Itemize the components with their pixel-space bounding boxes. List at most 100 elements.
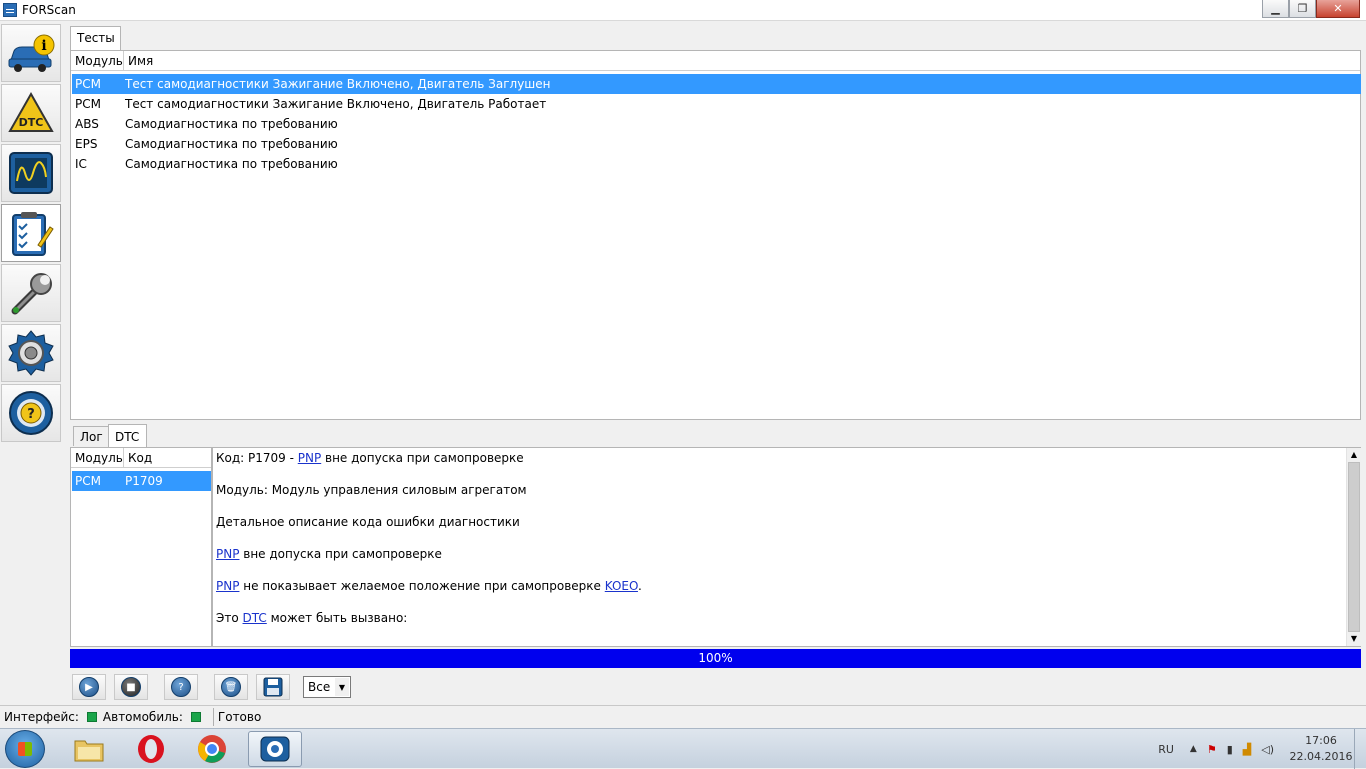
save-button[interactable] bbox=[256, 674, 290, 700]
stop-icon: ■ bbox=[121, 677, 141, 697]
table-row[interactable]: PCM P1709 bbox=[72, 471, 211, 491]
cell-name: Самодиагностика по требованию bbox=[125, 157, 338, 171]
tab-tests[interactable]: Тесты bbox=[70, 26, 121, 50]
table-row[interactable]: EPS Самодиагностика по требованию bbox=[72, 134, 1361, 154]
cell-module: ABS bbox=[75, 117, 99, 131]
sidebar-oscilloscope-button[interactable] bbox=[1, 144, 61, 202]
wrench-icon bbox=[11, 273, 52, 315]
tests-table-header: Модуль Имя bbox=[71, 51, 1360, 71]
dtc-table: Модуль Код PCM P1709 bbox=[70, 447, 212, 647]
action-center-flag-icon[interactable]: ⚑ bbox=[1207, 743, 1217, 756]
chrome-icon bbox=[198, 735, 226, 763]
status-bar: Интерфейс: Автомобиль: Готово bbox=[0, 705, 1366, 727]
sidebar-vehicle-info-button[interactable]: i bbox=[1, 24, 61, 82]
detail-line-5: PNP не показывает желаемое положение при… bbox=[216, 579, 642, 593]
column-header-module[interactable]: Модуль bbox=[71, 51, 124, 71]
sidebar-dtc-button[interactable]: DTC bbox=[1, 84, 61, 142]
interface-label: Интерфейс: bbox=[4, 709, 79, 724]
oscilloscope-icon bbox=[9, 152, 53, 194]
pnp-link[interactable]: PNP bbox=[216, 579, 239, 593]
show-desktop-button[interactable] bbox=[1354, 729, 1366, 769]
vehicle-status-icon bbox=[190, 711, 201, 722]
detail-text: . bbox=[637, 579, 642, 593]
taskbar-opera[interactable] bbox=[124, 731, 178, 767]
battery-icon[interactable]: ▮ bbox=[1227, 743, 1233, 756]
cell-module: EPS bbox=[75, 137, 98, 151]
clear-button[interactable]: 🗑 bbox=[214, 674, 248, 700]
detail-module-line: Модуль: Модуль управления силовым агрега… bbox=[216, 483, 527, 497]
koeo-link[interactable]: KOEO bbox=[605, 579, 638, 593]
trash-icon: 🗑 bbox=[221, 677, 241, 697]
interface-status-icon bbox=[86, 711, 97, 722]
column-header-name[interactable]: Имя bbox=[124, 51, 157, 71]
minimize-button[interactable]: ▁ bbox=[1262, 0, 1289, 18]
status-divider bbox=[212, 707, 214, 726]
taskbar-forscan[interactable] bbox=[248, 731, 302, 767]
pnp-link[interactable]: PNP bbox=[298, 451, 321, 465]
cell-name: Тест самодиагностики Зажигание Включено,… bbox=[125, 97, 547, 111]
table-row[interactable]: PCM Тест самодиагностики Зажигание Включ… bbox=[72, 74, 1361, 94]
dtc-warning-icon: DTC bbox=[8, 91, 54, 132]
play-icon: ▶ bbox=[79, 677, 99, 697]
sidebar-settings-button[interactable] bbox=[1, 324, 61, 382]
column-header-module[interactable]: Модуль bbox=[71, 448, 124, 468]
dtc-link[interactable]: DTC bbox=[243, 611, 267, 625]
detail-text: вне допуска при самопроверке bbox=[239, 547, 442, 561]
chevron-down-icon[interactable]: ▼ bbox=[335, 678, 349, 696]
system-tray: RU ▲ ⚑ ▮ ▟ ◁) 17:06 22.04.2016 bbox=[1158, 729, 1366, 769]
sidebar: i DTC ? bbox=[0, 22, 62, 444]
sidebar-help-button[interactable]: ? bbox=[1, 384, 61, 442]
cell-name: Самодиагностика по требованию bbox=[125, 137, 338, 151]
svg-text:?: ? bbox=[27, 407, 35, 422]
cell-name: Тест самодиагностики Зажигание Включено,… bbox=[125, 77, 551, 91]
table-row[interactable]: PCM Тест самодиагностики Зажигание Включ… bbox=[72, 94, 1361, 114]
svg-text:DTC: DTC bbox=[19, 116, 44, 129]
detail-description-heading: Детальное описание кода ошибки диагности… bbox=[216, 515, 520, 529]
dtc-detail: Код: P1709 - PNP вне допуска при самопро… bbox=[213, 448, 1346, 646]
close-button[interactable]: ✕ bbox=[1316, 0, 1360, 18]
clock-date: 22.04.2016 bbox=[1289, 750, 1353, 763]
cell-name: Самодиагностика по требованию bbox=[125, 117, 338, 131]
taskbar-chrome[interactable] bbox=[185, 731, 239, 767]
language-indicator[interactable]: RU bbox=[1158, 743, 1174, 756]
detail-text: может быть вызвано: bbox=[266, 611, 408, 625]
tab-log[interactable]: Лог bbox=[73, 426, 109, 446]
cell-module: PCM bbox=[75, 97, 101, 111]
tab-dtc[interactable]: DTC bbox=[108, 424, 147, 447]
cell-module: IC bbox=[75, 157, 87, 171]
detail-line-4: PNP вне допуска при самопроверке bbox=[216, 547, 442, 561]
help-button[interactable]: ? bbox=[164, 674, 198, 700]
scroll-thumb[interactable] bbox=[1348, 462, 1360, 632]
detail-code-suffix: вне допуска при самопроверке bbox=[321, 451, 524, 465]
run-button[interactable]: ▶ bbox=[72, 674, 106, 700]
detail-text: не показывает желаемое положение при сам… bbox=[239, 579, 605, 593]
help-steering-wheel-icon: ? bbox=[9, 391, 53, 435]
stop-button[interactable]: ■ bbox=[114, 674, 148, 700]
scroll-down-arrow-icon[interactable]: ▼ bbox=[1347, 632, 1361, 646]
title-bar: FORScan ▁ ❐ ✕ bbox=[0, 0, 1366, 21]
start-button[interactable] bbox=[5, 730, 45, 768]
tests-table: Модуль Имя PCM Тест самодиагностики Зажи… bbox=[70, 50, 1361, 420]
detail-text: Это bbox=[216, 611, 243, 625]
column-header-code[interactable]: Код bbox=[124, 448, 156, 468]
show-hidden-icons-icon[interactable]: ▲ bbox=[1190, 744, 1197, 754]
detail-scrollbar[interactable]: ▲ ▼ bbox=[1346, 448, 1361, 646]
sidebar-tests-button[interactable] bbox=[1, 204, 61, 262]
table-row[interactable]: IC Самодиагностика по требованию bbox=[72, 154, 1361, 174]
maximize-button[interactable]: ❐ bbox=[1289, 0, 1316, 18]
clock[interactable]: 17:06 22.04.2016 bbox=[1288, 733, 1354, 765]
table-row[interactable]: ABS Самодиагностика по требованию bbox=[72, 114, 1361, 134]
sidebar-service-button[interactable] bbox=[1, 264, 61, 322]
scroll-up-arrow-icon[interactable]: ▲ bbox=[1347, 448, 1361, 462]
filter-select-value: Все bbox=[308, 680, 331, 694]
detail-code-line: Код: P1709 - PNP вне допуска при самопро… bbox=[216, 451, 524, 465]
taskbar: RU ▲ ⚑ ▮ ▟ ◁) 17:06 22.04.2016 bbox=[0, 728, 1366, 769]
network-signal-icon[interactable]: ▟ bbox=[1243, 743, 1251, 756]
vehicle-label: Автомобиль: bbox=[102, 709, 183, 724]
lifebuoy-icon: ? bbox=[171, 677, 191, 697]
pnp-link[interactable]: PNP bbox=[216, 547, 239, 561]
taskbar-explorer[interactable] bbox=[62, 731, 116, 767]
filter-select[interactable]: Все ▼ bbox=[303, 676, 351, 698]
volume-icon[interactable]: ◁) bbox=[1261, 743, 1274, 756]
cell-code: P1709 bbox=[125, 474, 163, 488]
